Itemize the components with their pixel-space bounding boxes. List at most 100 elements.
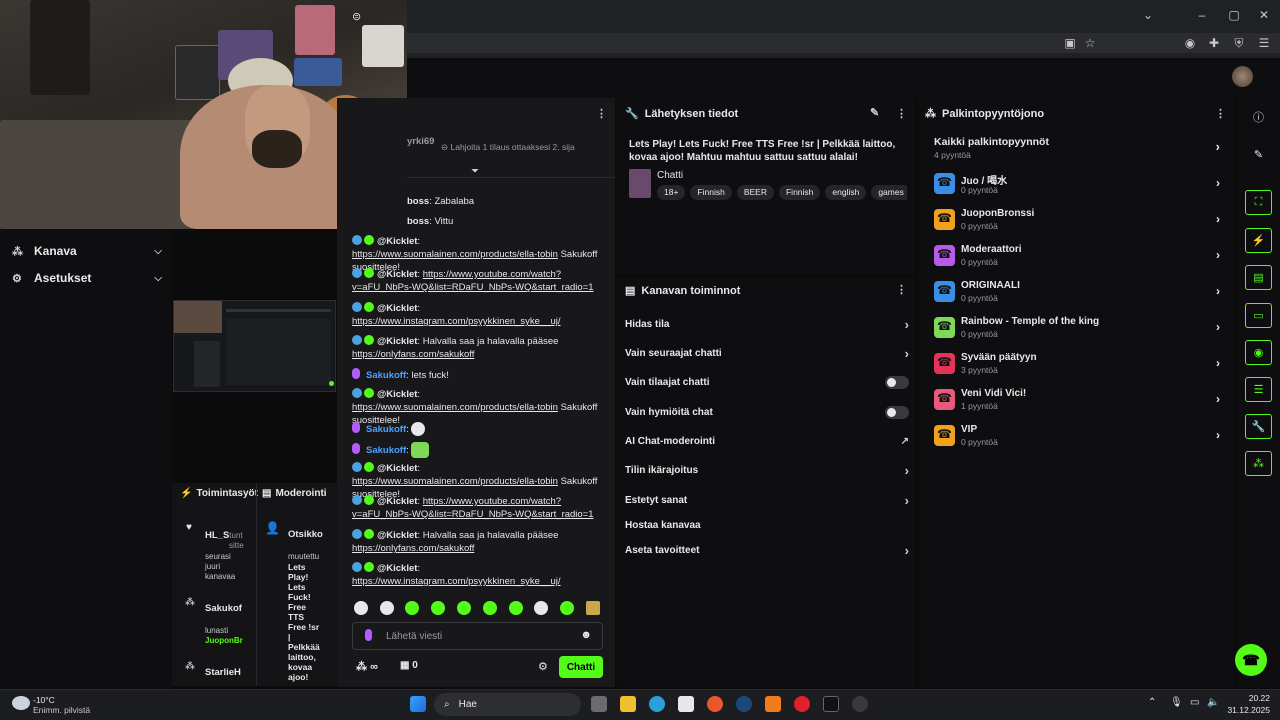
emote-icon[interactable] bbox=[380, 601, 394, 615]
chevron-up-icon[interactable]: ⌃ bbox=[1148, 697, 1156, 708]
taskbar-search[interactable]: ⌕ Hae bbox=[434, 693, 581, 716]
weather-icon[interactable] bbox=[12, 696, 30, 710]
chat-link[interactable]: https://www.suomalainen.com/products/ell… bbox=[352, 249, 558, 260]
reward-item[interactable]: Juo / 喝水0 pyyntöä› bbox=[934, 171, 1222, 197]
edit-icon[interactable]: ✎ bbox=[870, 106, 879, 119]
action-age-restriction[interactable]: Tilin ikärajoitus › bbox=[625, 461, 909, 479]
kick-points-icon[interactable]: ⁂ ∞ bbox=[356, 660, 378, 673]
emote-icon[interactable] bbox=[483, 601, 497, 615]
windows-start-icon[interactable] bbox=[410, 696, 426, 712]
maximize-icon[interactable]: ▢ bbox=[1226, 8, 1242, 22]
action-followers-only[interactable]: Vain seuraajat chatti › bbox=[625, 344, 909, 362]
edge-icon[interactable] bbox=[649, 696, 665, 712]
wrench-icon[interactable]: 🔧 bbox=[1245, 414, 1272, 439]
chat-input[interactable]: Lähetä viesti ☻ bbox=[352, 622, 603, 650]
subscribers-only-toggle[interactable] bbox=[885, 375, 909, 389]
account-icon[interactable]: ◉ bbox=[1182, 36, 1198, 50]
clock-time[interactable]: 20.22 bbox=[1228, 693, 1270, 703]
mic-tray-icon[interactable]: 🎙 bbox=[1170, 697, 1183, 708]
chat-link[interactable]: https://www.suomalainen.com/products/ell… bbox=[352, 402, 558, 413]
chat-link[interactable]: https://www.instagram.com/psyykkinen_syk… bbox=[352, 316, 561, 327]
layout-icon[interactable]: ☰ bbox=[1245, 377, 1272, 402]
shield-icon[interactable]: ⛨ bbox=[1231, 36, 1247, 50]
emote-icon[interactable] bbox=[586, 601, 600, 615]
emote-icon[interactable] bbox=[509, 601, 523, 615]
emote-icon[interactable] bbox=[405, 601, 419, 615]
star-icon[interactable]: ☆ bbox=[1082, 36, 1098, 50]
obs-icon[interactable] bbox=[852, 696, 868, 712]
reward-item[interactable]: ORIGINAALI0 pyyntöä› bbox=[934, 279, 1222, 305]
reward-item[interactable]: Rainbow - Temple of the king0 pyyntöä› bbox=[934, 315, 1222, 341]
menu-icon[interactable]: ☰ bbox=[1256, 36, 1272, 50]
action-ai-moderation[interactable]: AI Chat-moderointi ↗ bbox=[625, 432, 909, 450]
stream-preview[interactable] bbox=[173, 300, 336, 392]
chat-icon[interactable]: ▭ bbox=[1245, 303, 1272, 328]
broadcast-icon[interactable]: ◉ bbox=[1245, 340, 1272, 365]
action-blocked-words[interactable]: Estetyt sanat › bbox=[625, 491, 909, 509]
terminal-icon[interactable] bbox=[823, 696, 839, 712]
all-rewards-row[interactable]: Kaikki palkintopyynnöt 4 pyyntöä › bbox=[934, 135, 1222, 161]
reward-item[interactable]: Veni Vidi Vici!1 pyyntöä› bbox=[934, 387, 1222, 413]
edit-icon[interactable]: ✎ bbox=[1245, 142, 1272, 167]
focus-icon[interactable]: ⛶ bbox=[1245, 190, 1272, 215]
avatar[interactable] bbox=[1232, 66, 1253, 87]
steam-icon[interactable] bbox=[736, 696, 752, 712]
emote-icon[interactable] bbox=[560, 601, 574, 615]
emoji-icon[interactable]: ☻ bbox=[580, 629, 592, 641]
chat-link[interactable]: https://onlyfans.com/sakukoff bbox=[352, 349, 474, 360]
more-icon[interactable]: ⋮ bbox=[896, 107, 907, 120]
action-set-goals[interactable]: Aseta tavoitteet › bbox=[625, 541, 909, 559]
kick-points-icon[interactable]: ⁂ bbox=[1245, 451, 1272, 476]
tag[interactable]: BEER bbox=[736, 185, 774, 200]
close-icon[interactable]: ✕ bbox=[1256, 8, 1272, 22]
reward-item[interactable]: Syvään päätyyn3 pyyntöä› bbox=[934, 351, 1222, 377]
emote-icon[interactable] bbox=[457, 601, 471, 615]
more-icon[interactable]: ⋮ bbox=[1215, 107, 1226, 120]
more-icon[interactable]: ⋮ bbox=[596, 107, 607, 120]
chevron-down-icon[interactable]: ⏷ bbox=[471, 166, 479, 177]
volume-icon[interactable]: 🔈 bbox=[1207, 697, 1219, 708]
clock-date[interactable]: 31.12.2025 bbox=[1222, 705, 1270, 715]
extensions-icon[interactable]: ✚ bbox=[1206, 36, 1222, 50]
task-view-icon[interactable] bbox=[591, 696, 607, 712]
doc-icon[interactable]: ▤ bbox=[1245, 265, 1272, 290]
address-bar[interactable] bbox=[407, 33, 1280, 53]
reward-item[interactable]: Moderaattori0 pyyntöä› bbox=[934, 243, 1222, 269]
tag[interactable]: games bbox=[871, 185, 907, 200]
nav-item-channel[interactable]: ⁂ Kanava ⌵ bbox=[12, 241, 162, 261]
gear-icon[interactable]: ⚙ bbox=[538, 660, 548, 673]
opera-icon[interactable] bbox=[794, 696, 810, 712]
chat-link[interactable]: https://onlyfans.com/sakukoff bbox=[352, 543, 474, 554]
action-host-channel[interactable]: Hostaa kanavaa bbox=[625, 516, 909, 534]
chevron-right-icon: › bbox=[1215, 139, 1220, 154]
lightning-icon[interactable]: ⚡ bbox=[1245, 228, 1272, 253]
minimize-icon[interactable]: – bbox=[1194, 8, 1210, 22]
display-icon[interactable]: ▭ bbox=[1190, 697, 1199, 708]
emote-icon[interactable] bbox=[534, 601, 548, 615]
points-balance[interactable]: ▦ 0 bbox=[400, 660, 418, 671]
vlc-icon[interactable] bbox=[765, 696, 781, 712]
support-button[interactable]: ☎ bbox=[1235, 644, 1267, 676]
send-button[interactable]: Chatti bbox=[559, 656, 603, 678]
tag[interactable]: Finnish bbox=[690, 185, 732, 200]
firefox-icon[interactable] bbox=[707, 696, 723, 712]
chevron-down-icon[interactable]: ⌄ bbox=[1140, 8, 1156, 22]
more-icon[interactable]: ⋮ bbox=[896, 283, 907, 296]
store-icon[interactable] bbox=[678, 696, 694, 712]
info-icon[interactable]: ⓘ bbox=[1245, 104, 1272, 129]
nav-item-settings[interactable]: ⚙ Asetukset ⌵ bbox=[12, 268, 162, 288]
tag[interactable]: Finnish bbox=[778, 185, 821, 200]
reward-item[interactable]: VIP0 pyyntöä› bbox=[934, 423, 1222, 449]
chat-link[interactable]: https://www.suomalainen.com/products/ell… bbox=[352, 476, 558, 487]
reader-icon[interactable]: ▣ bbox=[1062, 36, 1078, 50]
reward-item[interactable]: JuoponBronssi0 pyyntöä› bbox=[934, 207, 1222, 233]
tag[interactable]: 18+ bbox=[657, 185, 686, 200]
chat-link[interactable]: https://www.instagram.com/psyykkinen_syk… bbox=[352, 576, 561, 587]
emote-icon[interactable] bbox=[354, 601, 368, 615]
emote-icon[interactable] bbox=[431, 601, 445, 615]
emotes-only-toggle[interactable] bbox=[885, 405, 909, 419]
gift-sub-banner[interactable]: ⊖ Lahjoita 1 tilaus ottaaksesi 2. sija bbox=[441, 142, 575, 153]
tag[interactable]: english bbox=[825, 185, 867, 200]
action-slow-mode[interactable]: Hidas tila › bbox=[625, 315, 909, 333]
file-explorer-icon[interactable] bbox=[620, 696, 636, 712]
